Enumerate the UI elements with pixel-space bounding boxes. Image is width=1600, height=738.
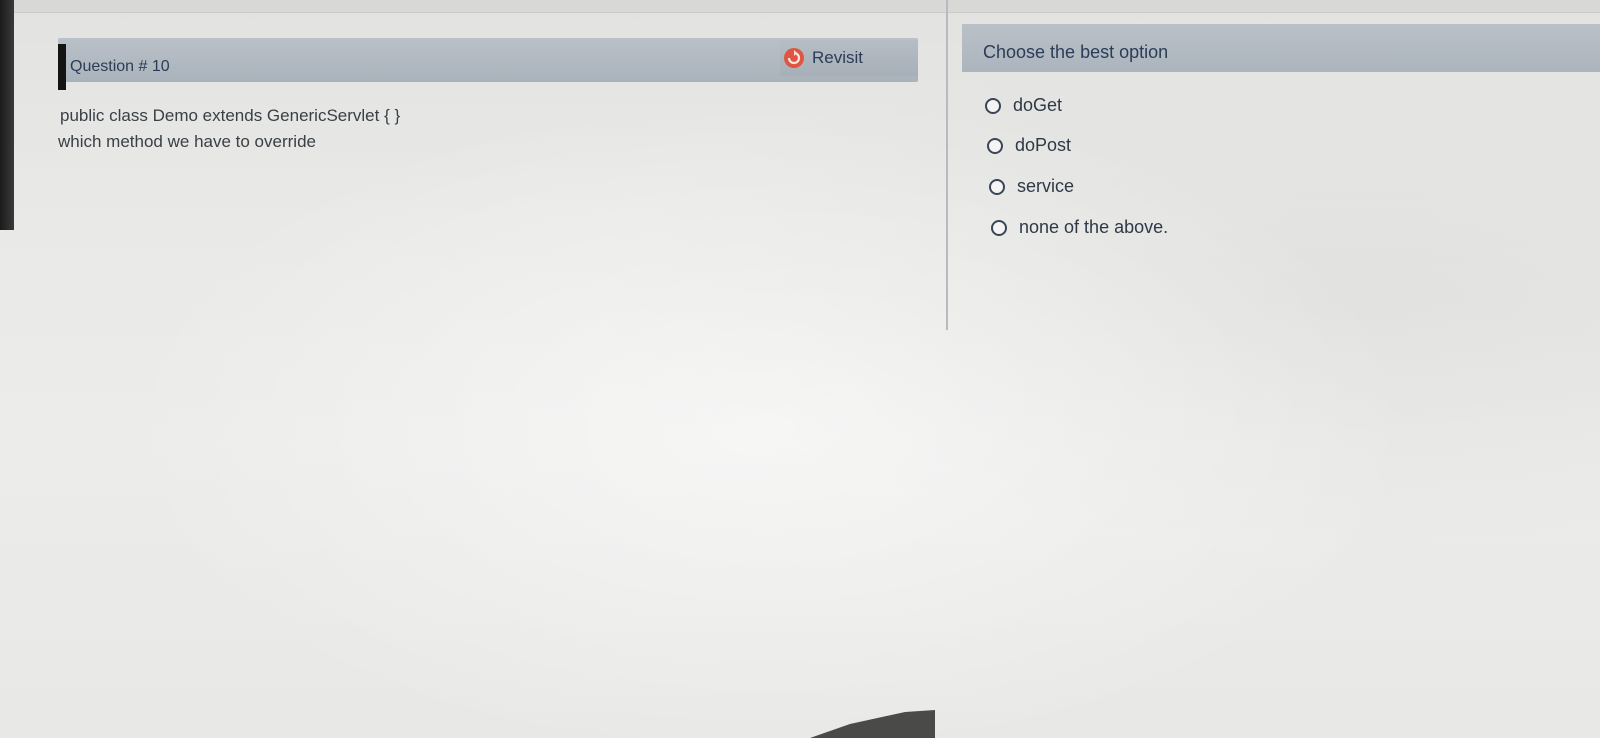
- radio-icon[interactable]: [985, 97, 1001, 114]
- panel-divider: [946, 0, 948, 330]
- option-label: none of the above.: [1019, 217, 1169, 237]
- option-none-of-the-above[interactable]: none of the above.: [991, 217, 1168, 238]
- question-text-line-2: which method we have to override: [58, 132, 316, 151]
- option-service[interactable]: service: [989, 176, 1074, 197]
- monitor-bezel: [0, 0, 14, 230]
- question-text-line-1: public class Demo extends GenericServlet…: [60, 106, 401, 125]
- question-number: Question # 10: [70, 58, 170, 75]
- option-label: doGet: [1013, 95, 1063, 115]
- revisit-button[interactable]: Revisit: [780, 40, 918, 76]
- radio-icon[interactable]: [991, 219, 1007, 236]
- radio-icon[interactable]: [989, 178, 1005, 195]
- question-header-accent: [58, 44, 66, 90]
- option-label: doPost: [1015, 135, 1072, 155]
- foreground-object: [810, 710, 935, 738]
- options-title: Choose the best option: [983, 42, 1169, 62]
- option-dopost[interactable]: doPost: [987, 135, 1071, 156]
- option-label: service: [1017, 176, 1075, 196]
- revisit-label: Revisit: [812, 48, 864, 67]
- revisit-icon: [784, 48, 804, 68]
- top-strip: [14, 0, 1600, 13]
- radio-icon[interactable]: [987, 137, 1003, 154]
- option-doget[interactable]: doGet: [985, 95, 1062, 116]
